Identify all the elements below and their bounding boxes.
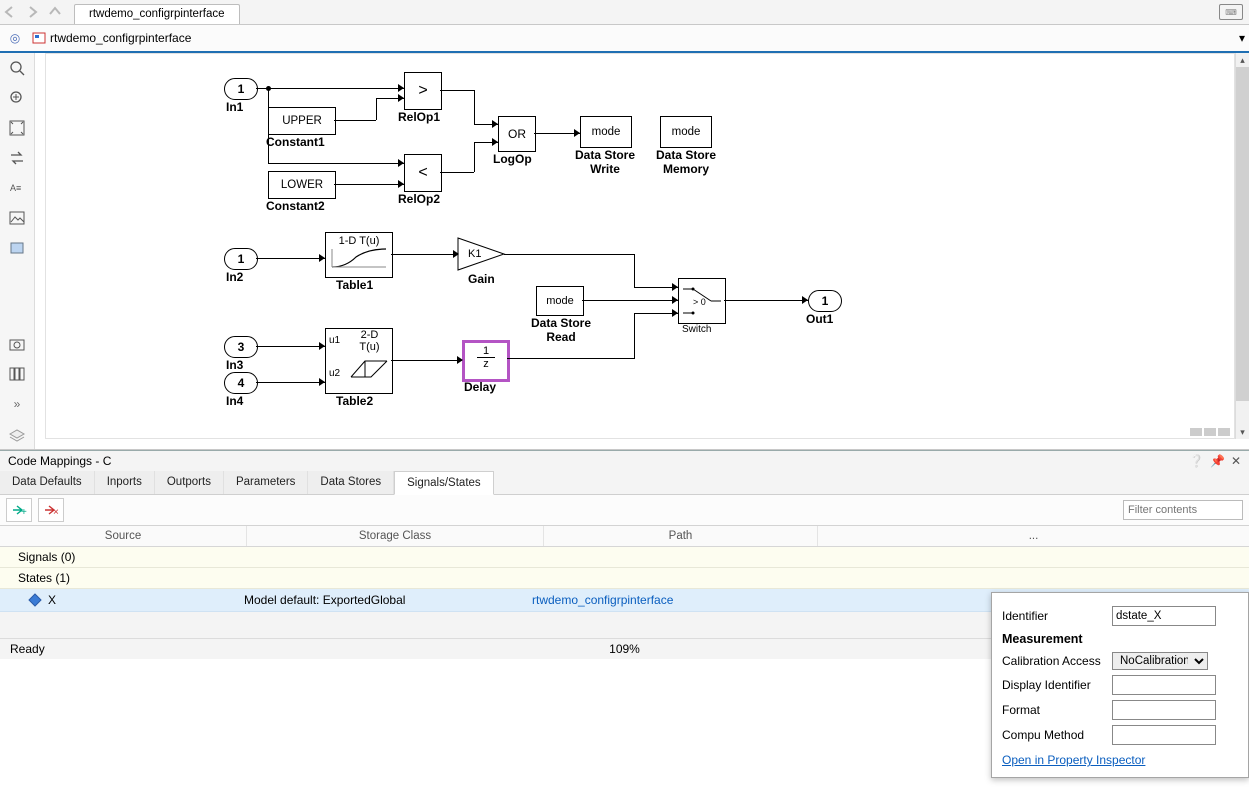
status-ready: Ready	[10, 642, 45, 656]
breadcrumb-bar: ◎ rtwdemo_configrpinterface ▾	[0, 25, 1249, 53]
display-identifier-label: Display Identifier	[1002, 678, 1112, 692]
remove-signal-button[interactable]: ×	[38, 498, 64, 522]
group-states[interactable]: ⌄ States (1)	[0, 568, 1249, 589]
filter-input[interactable]	[1123, 500, 1243, 520]
calibration-label: Calibration Access	[1002, 654, 1112, 668]
display-identifier-input[interactable]	[1112, 675, 1216, 695]
keyboard-icon[interactable]: ⌨	[1219, 4, 1243, 20]
row-storage-class: Model default: ExportedGlobal	[244, 593, 532, 607]
col-etc[interactable]: ...	[818, 526, 1249, 546]
tab-parameters[interactable]: Parameters	[224, 471, 308, 494]
label-constant1: Constant1	[266, 135, 325, 149]
format-label: Format	[1002, 703, 1112, 717]
measurement-heading: Measurement	[1002, 632, 1238, 646]
editor-main: A≡ » 1 In1 UPPER Constant1 LOWER Const	[0, 53, 1249, 450]
open-property-inspector-link[interactable]: Open in Property Inspector	[1002, 753, 1238, 767]
col-source[interactable]: Source	[0, 526, 247, 546]
column-icon[interactable]	[7, 365, 27, 383]
property-popover: Identifier Measurement Calibration Acces…	[991, 592, 1249, 778]
row-path[interactable]: rtwdemo_configrpinterface	[532, 593, 797, 607]
svg-text:A≡: A≡	[10, 183, 21, 193]
label-in3: In3	[226, 358, 243, 372]
image-icon[interactable]	[7, 209, 27, 227]
add-signal-button[interactable]: +	[6, 498, 32, 522]
col-path[interactable]: Path	[544, 526, 818, 546]
block-constant2[interactable]: LOWER	[268, 171, 336, 199]
label-in4: In4	[226, 394, 243, 408]
col-storage-class[interactable]: Storage Class	[247, 526, 544, 546]
breadcrumb-text: rtwdemo_configrpinterface	[50, 31, 191, 45]
row-name: X	[48, 593, 244, 607]
tab-inports[interactable]: Inports	[95, 471, 155, 494]
block-in2[interactable]: 1	[224, 248, 258, 270]
nav-back-icon[interactable]	[0, 3, 22, 21]
label-constant2: Constant2	[266, 199, 325, 213]
area-icon[interactable]	[7, 239, 27, 257]
target-icon[interactable]: ◎	[4, 31, 26, 45]
group-signals[interactable]: Signals (0)	[0, 547, 1249, 568]
identifier-label: Identifier	[1002, 609, 1112, 623]
top-navbar: rtwdemo_configrpinterface ⌨	[0, 0, 1249, 25]
canvas-vscroll[interactable]: ▴▾	[1235, 53, 1249, 439]
block-in3[interactable]: 3	[224, 336, 258, 358]
table1-text: 1-D T(u)	[326, 233, 392, 247]
svg-text:+: +	[21, 507, 27, 517]
tab-signals-states[interactable]: Signals/States	[394, 471, 494, 495]
document-tab[interactable]: rtwdemo_configrpinterface	[74, 4, 240, 24]
panel-tabs: Data Defaults Inports Outports Parameter…	[0, 471, 1249, 495]
compu-method-label: Compu Method	[1002, 728, 1112, 742]
block-in4[interactable]: 4	[224, 372, 258, 394]
table-header: Source Storage Class Path ...	[0, 526, 1249, 547]
layers-icon[interactable]	[7, 425, 27, 443]
status-zoom: 109%	[609, 642, 640, 656]
tab-data-defaults[interactable]: Data Defaults	[0, 471, 95, 494]
nav-up-icon[interactable]	[44, 3, 66, 21]
pin-icon[interactable]: 📌	[1210, 454, 1225, 468]
camera-icon[interactable]	[7, 335, 27, 353]
svg-text:×: ×	[53, 507, 59, 517]
format-input[interactable]	[1112, 700, 1216, 720]
tab-data-stores[interactable]: Data Stores	[308, 471, 394, 494]
block-in1[interactable]: 1	[224, 78, 258, 100]
zoom-in-icon[interactable]	[7, 89, 27, 107]
label-in1: In1	[226, 100, 243, 114]
help-icon[interactable]: ❔	[1189, 454, 1204, 468]
breadcrumb[interactable]: rtwdemo_configrpinterface	[32, 31, 191, 45]
overview-widgets[interactable]	[1190, 428, 1230, 436]
nav-forward-icon[interactable]	[22, 3, 44, 21]
identifier-input[interactable]	[1112, 606, 1216, 626]
left-palette: A≡ »	[0, 53, 35, 449]
text-annotation-icon[interactable]: A≡	[7, 179, 27, 197]
breadcrumb-dropdown-icon[interactable]: ▾	[1239, 31, 1245, 45]
label-in2: In2	[226, 270, 243, 284]
state-diamond-icon	[0, 593, 48, 607]
fit-view-icon[interactable]	[7, 119, 27, 137]
compu-method-input[interactable]	[1112, 725, 1216, 745]
panel-title: Code Mappings - C	[8, 454, 111, 468]
swap-icon[interactable]	[7, 149, 27, 167]
tab-outports[interactable]: Outports	[155, 471, 224, 494]
calibration-select[interactable]: NoCalibration	[1112, 652, 1208, 670]
canvas-viewport[interactable]: 1 In1 UPPER Constant1 LOWER Constant2 > …	[35, 53, 1249, 449]
model-icon	[32, 31, 46, 45]
block-constant1[interactable]: UPPER	[268, 107, 336, 135]
block-diagram-canvas[interactable]: 1 In1 UPPER Constant1 LOWER Constant2 > …	[45, 53, 1235, 439]
close-panel-icon[interactable]: ✕	[1231, 454, 1241, 468]
zoom-fit-icon[interactable]	[7, 59, 27, 77]
expand-palette-icon[interactable]: »	[7, 395, 27, 413]
